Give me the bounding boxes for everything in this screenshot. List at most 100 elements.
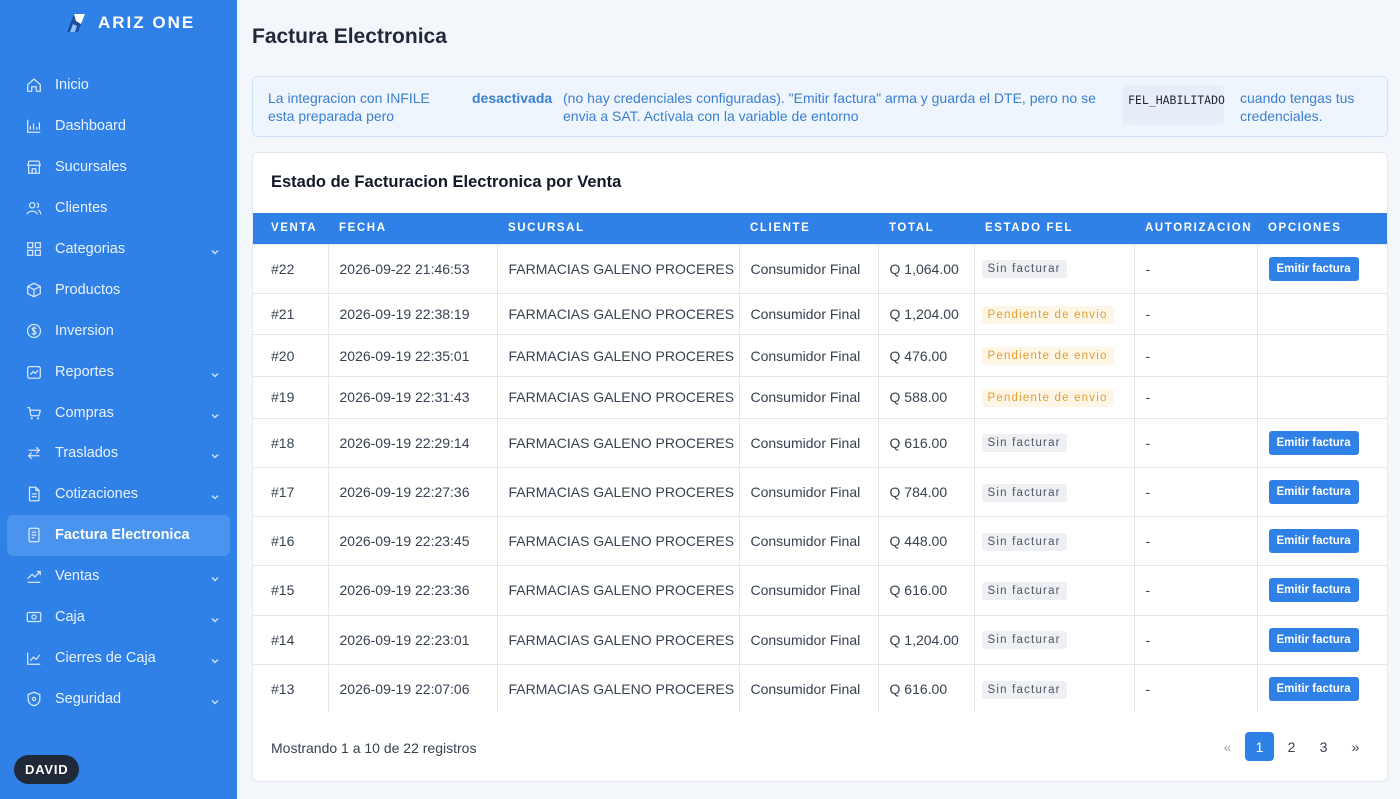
options-cell: Emitir factura xyxy=(1256,663,1387,714)
alert-text-intro: La integracion con INFILE esta preparada… xyxy=(268,90,430,124)
fel-status-cell: Sin facturar xyxy=(973,417,1134,468)
fel-status-cell: Sin facturar xyxy=(973,614,1134,665)
options-cell: Emitir factura xyxy=(1256,614,1387,665)
chevron-down-icon xyxy=(210,244,220,255)
column-header-sucursal[interactable]: SUCURSAL xyxy=(497,213,739,244)
chevron-down-icon xyxy=(211,699,219,705)
sale-id: #13 xyxy=(253,663,328,714)
column-header-opciones[interactable]: OPCIONES xyxy=(1257,213,1387,244)
sidebar-item-dashboard[interactable]: Dashboard xyxy=(7,106,230,147)
sidebar-item-label: Clientes xyxy=(55,200,108,217)
authorization: - xyxy=(1133,614,1257,665)
options-cell: Emitir factura xyxy=(1256,516,1387,566)
table-row: #20 2026-09-19 22:35:01 FARMACIAS GALENO P… xyxy=(253,334,1387,377)
chevron-down-icon xyxy=(211,372,219,378)
fel-status-cell: Pendiente de envio xyxy=(973,376,1134,419)
emit-invoice-button[interactable]: Emitir factura xyxy=(1268,430,1359,455)
table-body: #22 2026-09-22 21:46:53 FARMACIAS GALENO P… xyxy=(253,243,1387,714)
fel-status-cell: Sin facturar xyxy=(973,466,1134,517)
close-cash-icon xyxy=(25,649,43,667)
alert-text-status: desactivada xyxy=(472,90,553,106)
emit-invoice-button[interactable]: Emitir factura xyxy=(1268,480,1359,505)
grid-icon xyxy=(25,240,43,258)
emit-invoice-button[interactable]: Emitir factura xyxy=(1268,529,1359,554)
pagination-page-2[interactable]: 2 xyxy=(1277,732,1306,761)
sidebar-item-inversion[interactable]: Inversion xyxy=(7,310,230,351)
authorization: - xyxy=(1133,663,1257,714)
fel-status-cell: Sin facturar xyxy=(973,516,1134,566)
sidebar-item-label: Factura Electronica xyxy=(55,527,190,544)
status-badge: Sin facturar xyxy=(981,434,1067,453)
store-icon xyxy=(25,158,43,176)
sidebar-item-cotizaciones[interactable]: Cotizaciones xyxy=(7,474,230,515)
fel-status-cell: Sin facturar xyxy=(973,663,1134,714)
branch-name: FARMACIAS GALENO PROCERES xyxy=(496,334,739,377)
sidebar-item-seguridad[interactable]: Seguridad xyxy=(7,678,230,719)
brand[interactable]: ARIZ ONE xyxy=(64,12,195,34)
emit-invoice-button[interactable]: Emitir factura xyxy=(1268,578,1359,603)
options-cell xyxy=(1256,292,1387,335)
sidebar-item-ventas[interactable]: Ventas xyxy=(7,556,230,597)
sidebar-item-caja[interactable]: Caja xyxy=(7,597,230,638)
chevron-down-icon xyxy=(210,448,220,459)
emit-invoice-button[interactable]: Emitir factura xyxy=(1268,677,1359,702)
sidebar-item-productos[interactable]: Productos xyxy=(7,269,230,310)
chart-icon xyxy=(25,117,43,135)
pagination-next[interactable]: » xyxy=(1341,732,1370,761)
sidebar-item-factura-electronica[interactable]: Factura Electronica xyxy=(7,514,230,556)
logo-icon xyxy=(67,14,85,32)
chevron-down-icon xyxy=(211,618,219,623)
box-icon xyxy=(25,281,43,299)
sale-id: #18 xyxy=(253,417,328,468)
fel-info-alert: La integracion con INFILE esta preparada… xyxy=(252,76,1388,137)
table-row: #16 2026-09-19 22:23:45 FARMACIAS GALENO P… xyxy=(253,516,1387,566)
fel-status-cell: Sin facturar xyxy=(973,243,1134,294)
branch-name: FARMACIAS GALENO PROCERES xyxy=(496,417,739,468)
sale-date: 2026-09-19 22:31:43 xyxy=(327,376,497,419)
column-header-estado-fel[interactable]: ESTADO FEL xyxy=(974,213,1134,244)
sale-date: 2026-09-19 22:27:36 xyxy=(327,466,497,517)
cart-icon xyxy=(25,404,43,422)
table-row: #17 2026-09-19 22:27:36 FARMACIAS GALENO P… xyxy=(253,466,1387,517)
sidebar-item-inicio[interactable]: Inicio xyxy=(7,65,230,106)
status-badge: Pendiente de envio xyxy=(981,347,1114,366)
status-badge: Pendiente de envio xyxy=(981,305,1114,324)
options-cell xyxy=(1256,376,1387,419)
customer-name: Consumidor Final xyxy=(738,466,878,517)
chevron-down-icon xyxy=(211,413,219,419)
invoice-icon xyxy=(25,526,43,544)
sale-date: 2026-09-22 21:46:53 xyxy=(327,243,497,294)
sale-date: 2026-09-19 22:29:14 xyxy=(327,417,497,468)
chevron-down-icon xyxy=(210,408,220,419)
sale-id: #14 xyxy=(253,614,328,665)
customer-name: Consumidor Final xyxy=(738,292,878,335)
status-badge: Sin facturar xyxy=(981,260,1067,279)
pagination-page-3[interactable]: 3 xyxy=(1309,732,1338,761)
user-badge[interactable]: DAVID xyxy=(14,755,80,784)
column-header-autorizacion[interactable]: AUTORIZACION xyxy=(1134,213,1257,244)
sale-total: Q 476.00 xyxy=(877,334,974,377)
sale-total: Q 448.00 xyxy=(877,516,974,566)
sidebar-item-clientes[interactable]: Clientes xyxy=(7,188,230,229)
sidebar-item-compras[interactable]: Compras xyxy=(7,392,230,433)
sidebar-item-reportes[interactable]: Reportes xyxy=(7,351,230,392)
pagination-prev[interactable]: « xyxy=(1213,732,1242,761)
emit-invoice-button[interactable]: Emitir factura xyxy=(1268,627,1359,652)
sidebar-item-sucursales[interactable]: Sucursales xyxy=(7,147,230,188)
column-header-cliente[interactable]: CLIENTE xyxy=(739,213,878,244)
column-header-total[interactable]: TOTAL xyxy=(878,213,974,244)
column-header-venta[interactable]: VENTA xyxy=(253,213,328,244)
sidebar-item-cierres-de-caja[interactable]: Cierres de Caja xyxy=(7,637,230,678)
sidebar-item-label: Cotizaciones xyxy=(55,486,139,503)
sidebar-item-label: Sucursales xyxy=(55,159,127,176)
emit-invoice-button[interactable]: Emitir factura xyxy=(1268,256,1359,281)
pagination-page-1[interactable]: 1 xyxy=(1245,732,1274,761)
sidebar-item-traslados[interactable]: Traslados xyxy=(7,433,230,474)
chevron-down-icon xyxy=(210,694,220,705)
card-title: Estado de Facturacion Electronica por Ve… xyxy=(271,173,622,191)
sale-total: Q 784.00 xyxy=(877,466,974,517)
column-header-fecha[interactable]: FECHA xyxy=(328,213,497,244)
options-cell: Emitir factura xyxy=(1256,565,1387,615)
sale-date: 2026-09-19 22:23:45 xyxy=(327,516,497,566)
sidebar-item-categorias[interactable]: Categorias xyxy=(7,229,230,270)
